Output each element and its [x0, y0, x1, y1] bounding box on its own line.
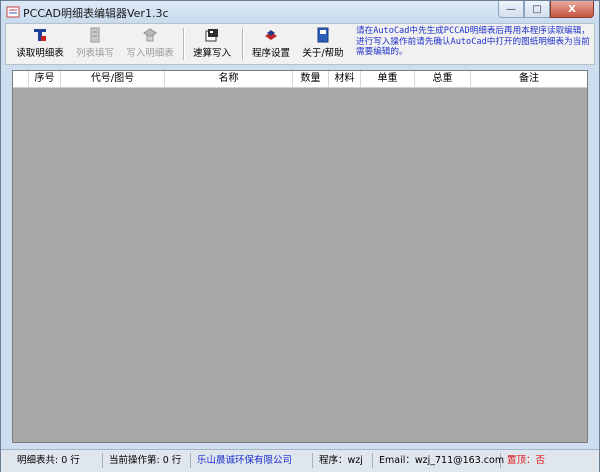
column-header-material[interactable]: 材料 — [329, 71, 361, 87]
list-fill-button[interactable]: 列表填写 — [72, 27, 118, 61]
quick-calc-icon — [205, 29, 218, 42]
maximize-button[interactable]: □ — [524, 1, 550, 18]
about-help-label: 关于/帮助 — [302, 48, 344, 59]
current-row-status: 当前操作第: 0 行 — [103, 453, 191, 468]
write-table-icon — [143, 28, 157, 42]
write-table-button[interactable]: 写入明细表 — [124, 27, 176, 61]
column-header-remark[interactable]: 备注 — [471, 71, 587, 87]
toolbar: 读取明细表 列表填写 写入明细表 速算写入 程序设置 关于/帮助 请在AutoC… — [5, 23, 595, 65]
about-help-button[interactable]: 关于/帮助 — [300, 27, 346, 61]
toolbar-separator — [242, 28, 244, 60]
settings-icon — [265, 30, 277, 40]
column-header-qty[interactable]: 数量 — [293, 71, 329, 87]
column-header-name[interactable]: 名称 — [165, 71, 293, 87]
usage-notice: 请在AutoCad中先生成PCCAD明细表后再用本程序读取编辑，进行写入操作前请… — [356, 26, 590, 57]
minimize-icon: — — [506, 3, 516, 15]
column-header-seq[interactable]: 序号 — [29, 71, 61, 87]
status-bar: 明细表共: 0 行 当前操作第: 0 行 乐山晨诚环保有限公司 程序：wzj E… — [1, 449, 599, 472]
window-title: PCCAD明细表编辑器Ver1.3c — [23, 7, 169, 20]
close-button[interactable]: X — [550, 1, 594, 18]
toolbar-separator — [183, 28, 185, 60]
list-fill-label: 列表填写 — [75, 48, 114, 59]
read-table-button[interactable]: 读取明细表 — [14, 27, 66, 61]
app-icon — [6, 6, 20, 18]
total-rows-status: 明细表共: 0 行 — [11, 453, 103, 468]
read-table-label: 读取明细表 — [16, 48, 64, 59]
quick-calc-button[interactable]: 速算写入 — [189, 27, 235, 61]
maximize-icon: □ — [532, 3, 542, 15]
quick-calc-label: 速算写入 — [192, 48, 231, 59]
write-table-label: 写入明细表 — [126, 48, 174, 59]
cad-read-icon — [34, 29, 46, 41]
minimize-button[interactable]: — — [498, 1, 524, 18]
settings-label: 程序设置 — [251, 48, 290, 59]
column-header-unit-weight[interactable]: 单重 — [361, 71, 415, 87]
help-book-icon — [317, 27, 329, 43]
email-info: Email：wzj_711@163.com — [373, 453, 504, 468]
company-name: 乐山晨诚环保有限公司 — [191, 453, 313, 468]
list-fill-icon — [90, 27, 100, 43]
settings-button[interactable]: 程序设置 — [248, 27, 294, 61]
row-indicator-header — [13, 71, 29, 87]
window-controls: — □ X — [498, 1, 594, 19]
column-header-code[interactable]: 代号/图号 — [61, 71, 165, 87]
title-bar[interactable]: PCCAD明细表编辑器Ver1.3c — □ X — [1, 1, 599, 23]
column-header-total-weight[interactable]: 总重 — [415, 71, 471, 87]
detail-table[interactable]: 序号 代号/图号 名称 数量 材料 单重 总重 备注 — [12, 70, 588, 443]
topmost-toggle[interactable]: 置顶：否 — [501, 453, 571, 468]
app-window: PCCAD明细表编辑器Ver1.3c — □ X 读取明细表 列表填写 写入明细… — [0, 0, 600, 472]
table-header: 序号 代号/图号 名称 数量 材料 单重 总重 备注 — [13, 71, 587, 88]
author-info: 程序：wzj — [313, 453, 373, 468]
close-icon: X — [568, 3, 576, 15]
